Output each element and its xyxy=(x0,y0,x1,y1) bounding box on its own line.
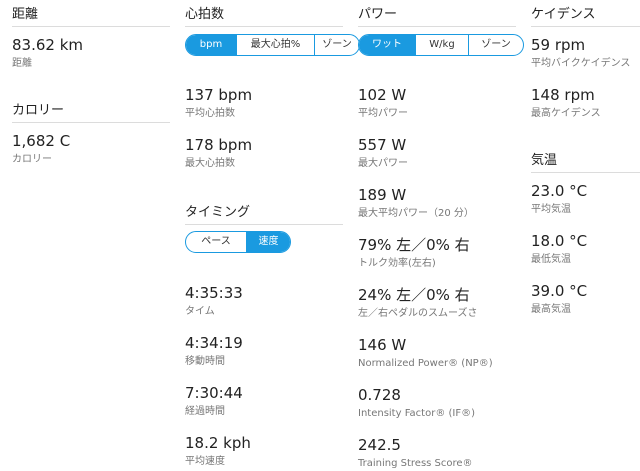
avg-speed-label: 平均速度 xyxy=(185,456,225,467)
heart-rate-unit-tabs[interactable]: bpm 最大心拍% ゾーン xyxy=(185,34,360,56)
max-temperature-value: 39.0 °C xyxy=(531,282,588,300)
tab-power-wkg[interactable]: W/kg xyxy=(415,35,468,55)
intensity-factor-label: Intensity Factor® (IF®) xyxy=(358,408,475,419)
calories-stat: 1,682 C カロリー xyxy=(12,132,70,167)
min-temperature-value: 18.0 °C xyxy=(531,232,588,250)
distance-stat: 83.62 km 距離 xyxy=(12,36,83,71)
min-temperature-label: 最低気温 xyxy=(531,254,571,265)
max-avg-power-20min-value: 189 W xyxy=(358,186,407,204)
elapsed-time-stat: 7:30:44 経過時間 xyxy=(185,384,243,419)
normalized-power-stat: 146 W Normalized Power® (NP®) xyxy=(358,336,493,371)
avg-power-value: 102 W xyxy=(358,86,407,104)
timing-section-title: タイミング xyxy=(185,198,343,225)
tab-power-watts[interactable]: ワット xyxy=(359,35,415,55)
moving-time-label: 移動時間 xyxy=(185,356,225,367)
cadence-column: ケイデンス 59 rpm 平均バイクケイデンス 148 rpm 最高ケイデンス … xyxy=(531,0,640,468)
heart-rate-section-title: 心拍数 xyxy=(185,0,343,27)
max-temperature-stat: 39.0 °C 最高気温 xyxy=(531,282,587,317)
avg-heart-rate-label: 平均心拍数 xyxy=(185,108,235,119)
normalized-power-label: Normalized Power® (NP®) xyxy=(358,358,493,369)
max-temperature-label: 最高気温 xyxy=(531,304,571,315)
avg-cadence-value: 59 rpm xyxy=(531,36,586,54)
torque-effectiveness-stat: 79% 左／0% 右 トルク効率(左右) xyxy=(358,236,470,271)
avg-power-label: 平均パワー xyxy=(358,108,408,119)
max-heart-rate-value: 178 bpm xyxy=(185,136,253,154)
calories-value: 1,682 C xyxy=(12,132,71,150)
distance-section-title: 距離 xyxy=(12,0,170,27)
cadence-section-title: ケイデンス xyxy=(531,0,640,27)
calories-section-title: カロリー xyxy=(12,96,170,123)
avg-speed-stat: 18.2 kph 平均速度 xyxy=(185,434,251,469)
power-column: パワー ワット W/kg ゾーン 102 W 平均パワー 557 W 最大パワー… xyxy=(358,0,524,471)
max-heart-rate-stat: 178 bpm 最大心拍数 xyxy=(185,136,252,171)
power-section-title: パワー xyxy=(358,0,516,27)
avg-temperature-stat: 23.0 °C 平均気温 xyxy=(531,182,587,217)
elapsed-time-label: 経過時間 xyxy=(185,406,225,417)
tab-heart-rate-bpm[interactable]: bpm xyxy=(186,35,236,55)
temperature-section-title: 気温 xyxy=(531,146,640,173)
heart-rate-column: 心拍数 bpm 最大心拍% ゾーン 137 bpm 平均心拍数 178 bpm … xyxy=(185,0,360,469)
calories-label: カロリー xyxy=(12,154,52,165)
tab-heart-rate-zones[interactable]: ゾーン xyxy=(314,35,359,55)
training-stress-score-value: 242.5 xyxy=(358,436,401,454)
training-stress-score-stat: 242.5 Training Stress Score® xyxy=(358,436,473,471)
torque-effectiveness-value: 79% 左／0% 右 xyxy=(358,236,470,254)
max-avg-power-20min-stat: 189 W 最大平均パワー（20 分） xyxy=(358,186,474,221)
tab-heart-rate-max-percent[interactable]: 最大心拍% xyxy=(236,35,314,55)
avg-heart-rate-value: 137 bpm xyxy=(185,86,253,104)
tab-timing-pace[interactable]: ペース xyxy=(186,232,246,252)
moving-time-stat: 4:34:19 移動時間 xyxy=(185,334,243,369)
timing-mode-tabs[interactable]: ペース 速度 xyxy=(185,231,291,253)
distance-value: 83.62 km xyxy=(12,36,84,54)
torque-effectiveness-label: トルク効率(左右) xyxy=(358,258,436,269)
avg-speed-value: 18.2 kph xyxy=(185,434,251,452)
avg-cadence-label: 平均バイクケイデンス xyxy=(531,58,631,69)
max-cadence-label: 最高ケイデンス xyxy=(531,108,601,119)
max-cadence-value: 148 rpm xyxy=(531,86,595,104)
time-value: 4:35:33 xyxy=(185,284,243,302)
max-power-stat: 557 W 最大パワー xyxy=(358,136,408,171)
training-stress-score-label: Training Stress Score® xyxy=(358,458,473,469)
pedal-smoothness-value: 24% 左／0% 右 xyxy=(358,286,470,304)
distance-column: 距離 83.62 km 距離 カロリー 1,682 C カロリー xyxy=(12,0,170,165)
max-power-label: 最大パワー xyxy=(358,158,408,169)
avg-temperature-value: 23.0 °C xyxy=(531,182,588,200)
tab-timing-speed[interactable]: 速度 xyxy=(246,232,290,252)
time-stat: 4:35:33 タイム xyxy=(185,284,243,319)
tab-power-zones[interactable]: ゾーン xyxy=(468,35,523,55)
moving-time-value: 4:34:19 xyxy=(185,334,243,352)
pedal-smoothness-stat: 24% 左／0% 右 左／右ペダルのスムーズさ xyxy=(358,286,478,321)
max-cadence-stat: 148 rpm 最高ケイデンス xyxy=(531,86,601,121)
time-label: タイム xyxy=(185,306,215,317)
normalized-power-value: 146 W xyxy=(358,336,407,354)
intensity-factor-value: 0.728 xyxy=(358,386,401,404)
pedal-smoothness-label: 左／右ペダルのスムーズさ xyxy=(358,308,478,319)
avg-power-stat: 102 W 平均パワー xyxy=(358,86,408,121)
avg-heart-rate-stat: 137 bpm 平均心拍数 xyxy=(185,86,252,121)
min-temperature-stat: 18.0 °C 最低気温 xyxy=(531,232,587,267)
avg-cadence-stat: 59 rpm 平均バイクケイデンス xyxy=(531,36,630,71)
distance-label: 距離 xyxy=(12,58,32,69)
max-avg-power-20min-label: 最大平均パワー（20 分） xyxy=(358,208,474,219)
power-unit-tabs[interactable]: ワット W/kg ゾーン xyxy=(358,34,524,56)
max-heart-rate-label: 最大心拍数 xyxy=(185,158,235,169)
max-power-value: 557 W xyxy=(358,136,407,154)
avg-temperature-label: 平均気温 xyxy=(531,204,571,215)
intensity-factor-stat: 0.728 Intensity Factor® (IF®) xyxy=(358,386,475,421)
elapsed-time-value: 7:30:44 xyxy=(185,384,243,402)
